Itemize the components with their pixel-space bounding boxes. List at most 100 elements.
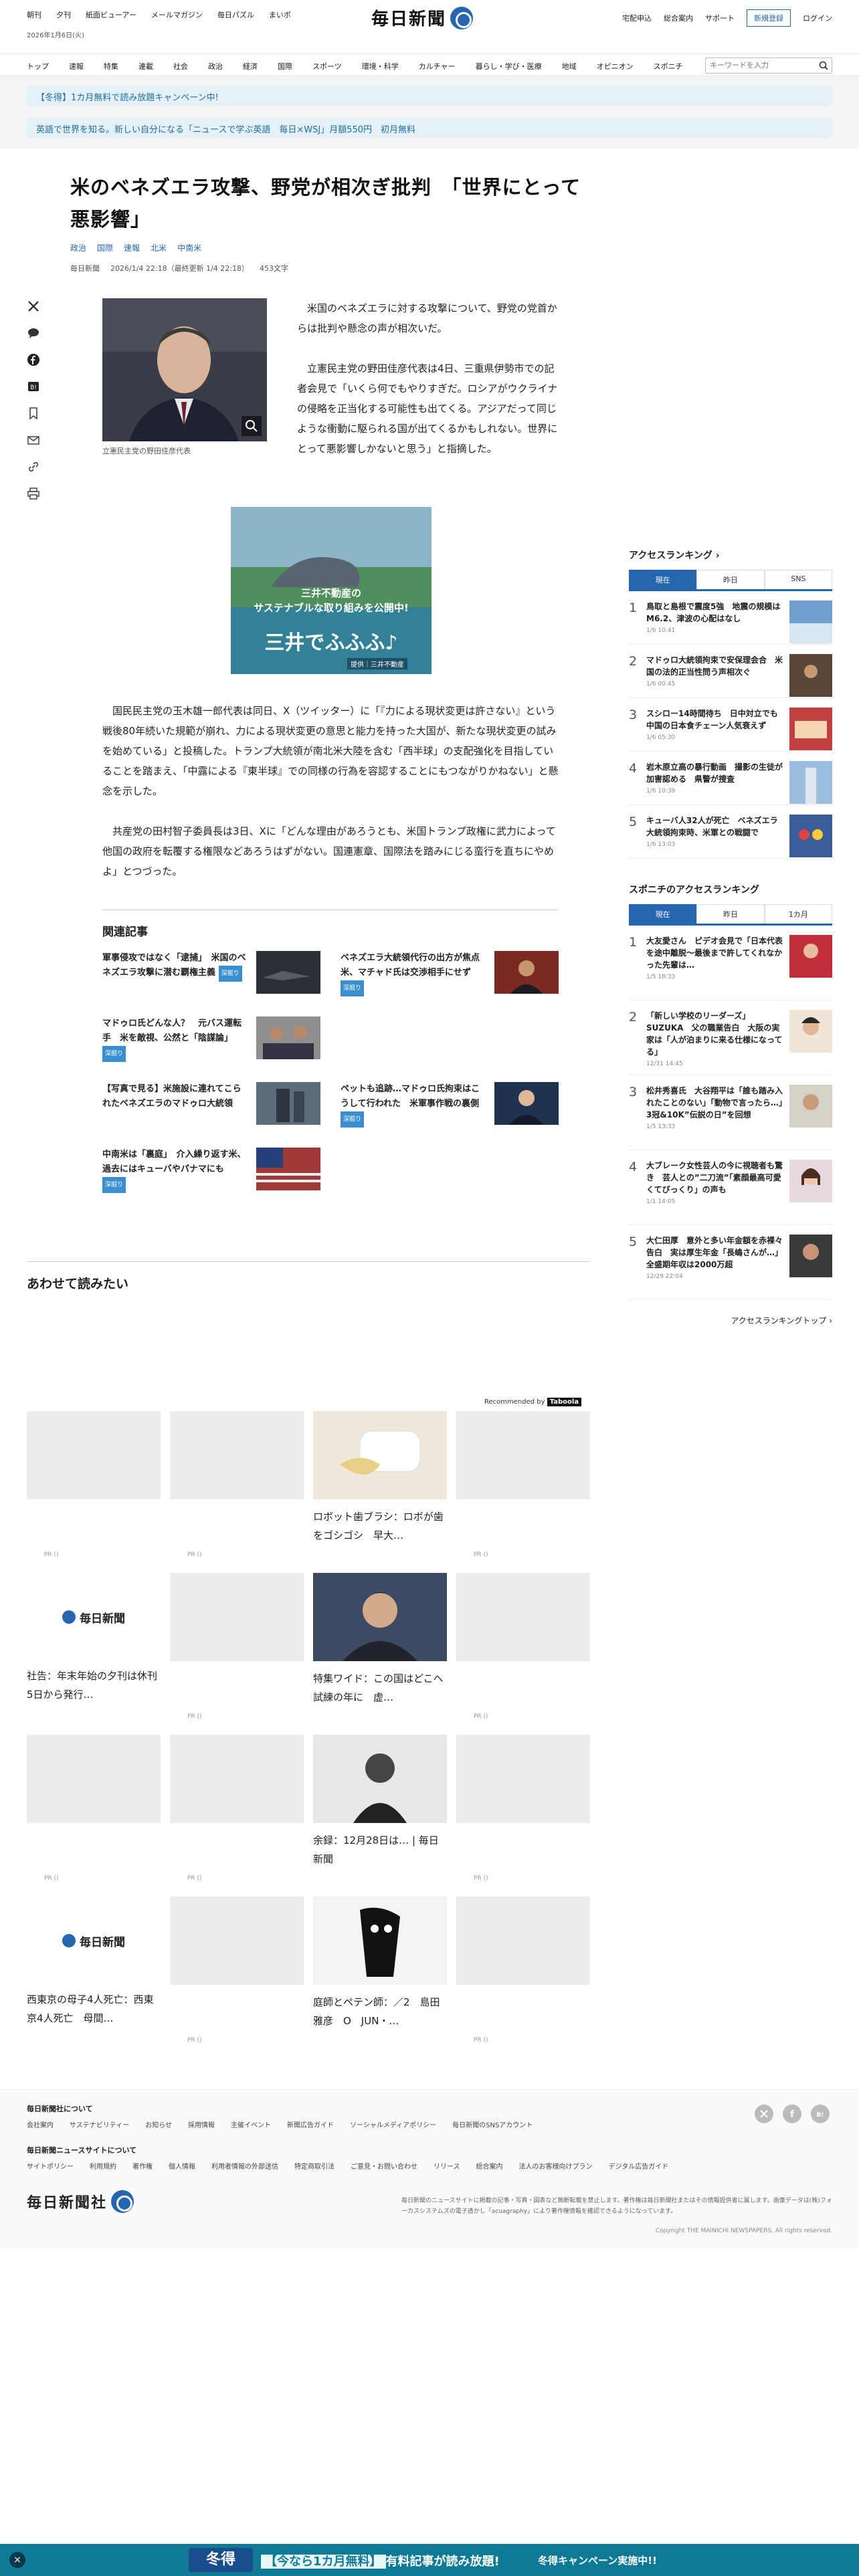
- footer-link[interactable]: 会社案内: [27, 2119, 54, 2129]
- ranking-item[interactable]: 2 マドゥロ大統領拘束で安保理会合 米国の法的正当性問う声相次ぐ 1/6 00:4…: [629, 645, 832, 698]
- footer-link[interactable]: リリース: [434, 2161, 460, 2171]
- reco-card[interactable]: PR (): [170, 1897, 304, 2058]
- reco-card[interactable]: ロボット歯ブラシ：ロボが歯をゴシゴシ 早大…: [313, 1411, 447, 1573]
- footer-link[interactable]: 主催イベント: [231, 2119, 271, 2129]
- ranking-item[interactable]: 3 スシロー14時間待ち 日中対立でも中国の日本食チェーン人気衰えず 1/6 05…: [629, 698, 832, 752]
- link-mail[interactable]: メールマガジン: [151, 9, 203, 20]
- recommended-by[interactable]: Recommended by Taboola: [484, 1398, 582, 1406]
- ranking-top-link[interactable]: アクセスランキングトップ ›: [629, 1315, 832, 1326]
- link-maipo[interactable]: まいポ: [269, 9, 291, 20]
- site-logo[interactable]: 毎日新聞: [371, 5, 474, 30]
- related-item[interactable]: ベネズエラ大統領代行の出方が焦点 米、マチャド氏は交渉相手にせず 深掘り: [341, 951, 559, 1002]
- link-support[interactable]: サポート: [705, 13, 735, 23]
- comment-icon[interactable]: [27, 326, 40, 340]
- footer-link[interactable]: 法人のお客様向けプラン: [519, 2161, 593, 2171]
- zoom-icon[interactable]: [242, 416, 262, 436]
- search-icon[interactable]: [819, 61, 828, 70]
- facebook-icon[interactable]: [27, 353, 40, 366]
- footer-link[interactable]: デジタル広告ガイド: [609, 2161, 669, 2171]
- related-item[interactable]: 中南米は「裏庭」 介入繰り返す米、過去にはキューバやパナマにも 深掘り: [102, 1148, 320, 1198]
- login-link[interactable]: ログイン: [803, 13, 832, 23]
- tag-latin-america[interactable]: 中南米: [177, 242, 201, 253]
- footer-link[interactable]: 特定商取引法: [294, 2161, 335, 2171]
- tag-breaking[interactable]: 速報: [124, 242, 140, 253]
- footer-link[interactable]: 総合案内: [476, 2161, 503, 2171]
- reco-card[interactable]: PR (): [170, 1735, 304, 1897]
- hatena-icon[interactable]: B!: [27, 380, 40, 393]
- promo-english[interactable]: 英語で世界を知る。新しい自分になる「ニュースで学ぶ英語 毎日×WSJ」月額550…: [27, 118, 832, 138]
- ad-banner[interactable]: 三井不動産の サステナブルな取り組みを公開中! 三井でふふふ♪ 提供｜三井不動産: [231, 507, 432, 674]
- reco-card[interactable]: PR (): [456, 1897, 590, 2058]
- footer-logo[interactable]: 毎日新聞社: [27, 2190, 134, 2213]
- search-input[interactable]: [705, 58, 832, 74]
- link-puzzle[interactable]: 毎日パズル: [217, 9, 254, 20]
- footer-link[interactable]: お知らせ: [145, 2119, 172, 2129]
- footer-link[interactable]: ソーシャルメディアポリシー: [350, 2119, 436, 2129]
- sponichi-item[interactable]: 5 大仁田厚 意外と多い年金額を赤裸々告白 実は厚生年金「長嶋さんが…」全盛期年…: [629, 1225, 832, 1300]
- reco-card[interactable]: PR (): [456, 1735, 590, 1897]
- reco-card[interactable]: PR (): [27, 1411, 161, 1573]
- nav-science[interactable]: 環境・科学: [362, 61, 399, 72]
- ranking-item[interactable]: 5 キューバ人32人が死亡 ベネズエラ大統領拘束時、米軍との戦闘で 1/6 13:…: [629, 805, 832, 859]
- nav-region[interactable]: 地域: [562, 61, 577, 72]
- nav-society[interactable]: 社会: [173, 61, 188, 72]
- footer-link[interactable]: 利用者情報の外部送信: [211, 2161, 278, 2171]
- tag-north-america[interactable]: 北米: [151, 242, 167, 253]
- nav-feature[interactable]: 特集: [104, 61, 118, 72]
- link-copy-icon[interactable]: [27, 460, 40, 473]
- nav-sports[interactable]: スポーツ: [312, 61, 342, 72]
- reco-card[interactable]: 毎日新聞 社告：年末年始の夕刊は休刊 5日から発行…: [27, 1573, 167, 1735]
- nav-top[interactable]: トップ: [27, 61, 49, 72]
- tab-yesterday[interactable]: 昨日: [696, 570, 765, 589]
- tab-sns[interactable]: SNS: [764, 570, 832, 589]
- footer-link[interactable]: サイトポリシー: [27, 2161, 74, 2171]
- sponichi-ranking-title[interactable]: スポニチのアクセスランキング: [629, 883, 832, 896]
- footer-link[interactable]: 採用情報: [188, 2119, 215, 2129]
- x-icon[interactable]: [755, 2105, 773, 2123]
- reco-card[interactable]: PR (): [456, 1573, 590, 1735]
- ranking-title[interactable]: アクセスランキング ›: [629, 548, 832, 562]
- tab-now[interactable]: 現在: [629, 570, 697, 589]
- tag-politics[interactable]: 政治: [70, 242, 86, 253]
- reco-card[interactable]: 余録：12月28日は… | 毎日新聞: [313, 1735, 447, 1897]
- link-delivery[interactable]: 宅配申込: [622, 13, 652, 23]
- related-item[interactable]: 軍事侵攻ではなく「逮捕」 米国のベネズエラ攻撃に潜む覇権主義 深掘り: [102, 951, 320, 1002]
- print-icon[interactable]: [27, 487, 40, 500]
- footer-link[interactable]: 毎日新聞のSNSアカウント: [452, 2119, 533, 2129]
- close-icon[interactable]: ×: [9, 2552, 25, 2568]
- sponichi-item[interactable]: 1 大友愛さん ピデオ会見で「日本代表を途中離脱～最後まで許してくれなかった先輩…: [629, 926, 832, 1000]
- hatena-icon[interactable]: B!: [811, 2105, 830, 2123]
- reco-card[interactable]: 庭師とペテン師：／2 島田雅彦 O JUN・…: [313, 1897, 447, 2058]
- nav-international[interactable]: 国際: [278, 61, 292, 72]
- related-item[interactable]: ペットも追跡…マドゥロ氏拘束はこうして行われた 米軍事作戦の裏側 深掘り: [341, 1082, 559, 1133]
- reco-card[interactable]: PR (): [170, 1573, 304, 1735]
- related-item[interactable]: マドゥロ氏どんな人？ 元バス運転手 米を敵視、公然と「陰謀論」 深掘り: [102, 1016, 320, 1067]
- mail-icon[interactable]: [27, 433, 40, 447]
- nav-breaking[interactable]: 速報: [69, 61, 84, 72]
- nav-sponichi[interactable]: スポニチ: [654, 61, 683, 72]
- sp-tab-yesterday[interactable]: 昨日: [696, 904, 765, 924]
- bottom-campaign-banner[interactable]: × 冬得 【今なら1カ月無料】 有料記事が読み放題! 冬得キャンペーン実施中!!: [0, 2544, 859, 2576]
- link-evening[interactable]: 夕刊: [56, 9, 71, 20]
- lead-photo[interactable]: [102, 298, 267, 441]
- nav-series[interactable]: 連載: [138, 61, 153, 72]
- footer-link[interactable]: 著作権: [132, 2161, 153, 2171]
- reco-card[interactable]: PR (): [456, 1411, 590, 1573]
- sp-tab-month[interactable]: 1カ月: [764, 904, 832, 924]
- bookmark-icon[interactable]: [27, 407, 40, 420]
- footer-link[interactable]: ご意見・お問い合わせ: [351, 2161, 417, 2171]
- footer-link[interactable]: 利用規約: [90, 2161, 116, 2171]
- link-guide[interactable]: 総合案内: [664, 13, 693, 23]
- reco-card[interactable]: PR (): [27, 1735, 161, 1897]
- nav-culture[interactable]: カルチャー: [419, 61, 456, 72]
- nav-economy[interactable]: 経済: [243, 61, 258, 72]
- reco-card[interactable]: 特集ワイド：この国はどこへ 試練の年に 虚…: [313, 1573, 454, 1735]
- sponichi-item[interactable]: 4 大ブレーク女性芸人の今に視聴者も驚き 芸人との”二刀流”「素顔最高可愛くてび…: [629, 1150, 832, 1225]
- footer-link[interactable]: サステナビリティー: [70, 2119, 129, 2129]
- nav-life[interactable]: 暮らし・学び・医療: [476, 61, 542, 72]
- x-share-icon[interactable]: [27, 300, 40, 313]
- sponichi-item[interactable]: 3 松井秀喜氏 大谷翔平は「誰も踏み入れたことのない」「動物で言ったら…」3冠&…: [629, 1075, 832, 1150]
- link-morning[interactable]: 朝刊: [27, 9, 41, 20]
- nav-opinion[interactable]: オピニオン: [597, 61, 634, 72]
- ranking-item[interactable]: 4 岩木原立高の暴行動画 撮影の生徒が加害認める 県警が捜査 1/6 10:39: [629, 752, 832, 805]
